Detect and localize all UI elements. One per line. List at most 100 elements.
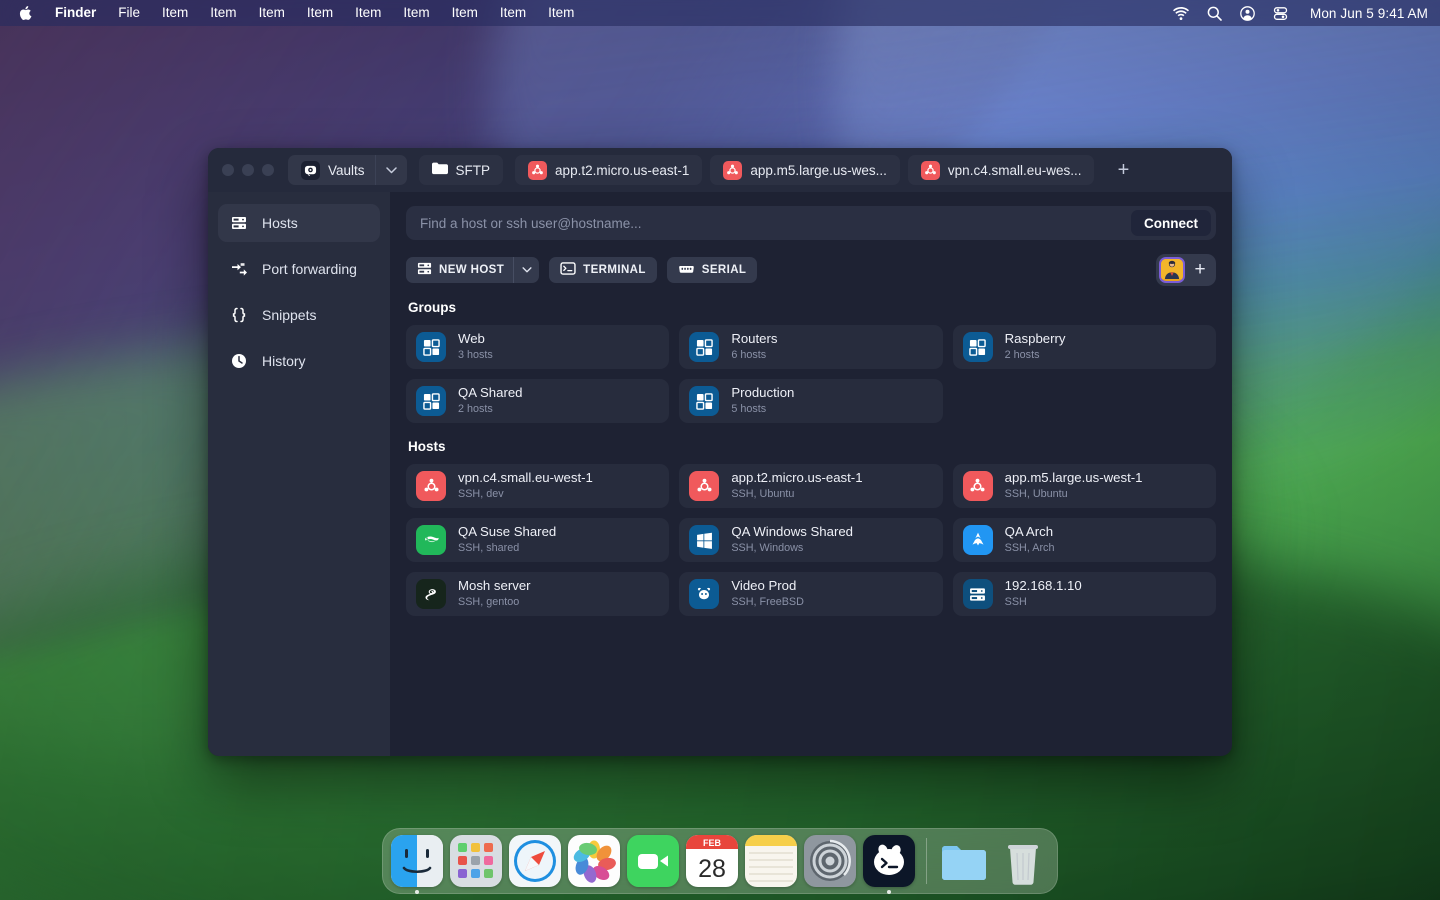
clock-icon xyxy=(230,353,248,369)
tab-host-3[interactable]: vpn.c4.small.eu-wes... xyxy=(907,155,1095,185)
host-name: vpn.c4.small.eu-west-1 xyxy=(458,470,593,486)
apple-logo-icon[interactable] xyxy=(10,0,44,26)
control-center-user-icon[interactable] xyxy=(1240,5,1255,21)
ubuntu-icon xyxy=(962,471,993,501)
terminal-button[interactable]: TERMINAL xyxy=(549,257,657,283)
minimize-button[interactable] xyxy=(242,164,254,176)
host-card[interactable]: 192.168.1.10 SSH xyxy=(952,572,1216,616)
dock-item-termius[interactable] xyxy=(863,835,915,894)
host-card[interactable]: QA Windows Shared SSH, Windows xyxy=(679,518,943,562)
control-center-icon[interactable] xyxy=(1273,6,1288,21)
vaults-dropdown-chevron-down-icon[interactable] xyxy=(374,155,407,185)
tab-host-1[interactable]: app.t2.micro.us-east-1 xyxy=(515,155,703,185)
menu-item-2[interactable]: Item xyxy=(151,0,199,26)
add-button[interactable]: + xyxy=(1187,257,1213,283)
new-tab-button[interactable]: + xyxy=(1108,155,1138,185)
host-sub: SSH, shared xyxy=(458,542,520,555)
folder-icon xyxy=(938,835,990,887)
serial-button[interactable]: SERIAL xyxy=(666,257,758,283)
host-name: 192.168.1.10 xyxy=(1004,578,1082,594)
tab-vaults[interactable]: Vaults xyxy=(288,155,375,185)
connect-button[interactable]: Connect xyxy=(1131,210,1211,236)
new-host-label: NEW HOST xyxy=(439,264,505,276)
menu-bar-left: Finder File Item Item Item Item Item Ite… xyxy=(10,0,585,26)
dock-item-downloads[interactable] xyxy=(938,835,990,887)
suse-icon xyxy=(416,525,446,555)
termius-icon xyxy=(863,835,915,887)
tab-host-2-label: app.m5.large.us-wes... xyxy=(750,162,887,178)
dock-item-photos[interactable] xyxy=(568,835,620,887)
group-card[interactable]: Production 5 hosts xyxy=(679,379,943,423)
group-card-text: Web 3 hosts xyxy=(458,331,493,362)
running-indicator xyxy=(887,890,891,894)
server-icon xyxy=(417,261,432,279)
host-card[interactable]: QA Arch SSH, Arch xyxy=(952,518,1216,562)
dock-item-system-settings[interactable] xyxy=(804,835,856,887)
sidebar-item-hosts[interactable]: Hosts xyxy=(218,204,380,242)
host-card[interactable]: app.m5.large.us-west-1 SSH, Ubuntu xyxy=(952,464,1216,508)
dock-item-launchpad[interactable] xyxy=(450,835,502,887)
dock-item-trash[interactable] xyxy=(997,835,1049,887)
launchpad-icon xyxy=(450,835,502,887)
search-icon[interactable] xyxy=(1207,6,1222,21)
host-card[interactable]: Video Prod SSH, FreeBSD xyxy=(679,572,943,616)
group-name: Routers xyxy=(731,331,778,347)
tab-host-1-label: app.t2.micro.us-east-1 xyxy=(555,162,690,178)
group-card[interactable]: Routers 6 hosts xyxy=(679,325,943,369)
host-card[interactable]: Mosh server SSH, gentoo xyxy=(406,572,670,616)
tab-sftp[interactable]: SFTP xyxy=(418,155,504,185)
new-host-chevron-down-icon[interactable] xyxy=(513,257,540,283)
braces-icon xyxy=(230,307,248,323)
sidebar-item-port-forwarding[interactable]: Port forwarding xyxy=(218,250,380,288)
window-titlebar: Vaults SFTP app.t2.micro.us-east-1 app.m… xyxy=(208,148,1232,192)
menu-item-8[interactable]: Item xyxy=(441,0,489,26)
safari-icon xyxy=(509,835,561,887)
wifi-icon[interactable] xyxy=(1172,6,1189,20)
group-card-text: QA Shared 2 hosts xyxy=(458,385,523,416)
dock-item-calendar[interactable]: FEB 28 xyxy=(686,835,738,887)
groups-grid: Web 3 hosts Routers 6 hosts Raspberry 2 … xyxy=(406,325,1216,423)
menu-item-3[interactable]: Item xyxy=(199,0,247,26)
host-name: Mosh server xyxy=(458,578,531,594)
menu-item-10[interactable]: Item xyxy=(537,0,585,26)
avatar[interactable] xyxy=(1159,257,1185,283)
menu-item-file[interactable]: File xyxy=(107,0,151,26)
groups-section-title: Groups xyxy=(408,300,457,315)
zoom-button[interactable] xyxy=(262,164,274,176)
group-card[interactable]: Raspberry 2 hosts xyxy=(952,325,1216,369)
menu-item-5[interactable]: Item xyxy=(296,0,344,26)
menu-item-4[interactable]: Item xyxy=(248,0,296,26)
group-card-text: Production 5 hosts xyxy=(731,385,794,416)
host-card[interactable]: app.t2.micro.us-east-1 SSH, Ubuntu xyxy=(679,464,943,508)
host-card[interactable]: QA Suse Shared SSH, shared xyxy=(406,518,670,562)
dock-item-facetime[interactable] xyxy=(627,835,679,887)
menu-item-9[interactable]: Item xyxy=(489,0,537,26)
dock: FEB 28 xyxy=(382,828,1058,894)
menu-item-finder[interactable]: Finder xyxy=(44,0,107,26)
menu-item-6[interactable]: Item xyxy=(344,0,392,26)
menu-bar-clock[interactable]: Mon Jun 5 9:41 AM xyxy=(1306,6,1428,21)
host-card[interactable]: vpn.c4.small.eu-west-1 SSH, dev xyxy=(406,464,670,508)
host-search-bar: Connect xyxy=(406,206,1216,240)
group-card[interactable]: QA Shared 2 hosts xyxy=(406,379,670,423)
sidebar-item-history[interactable]: History xyxy=(218,342,380,380)
sidebar: Hosts Port forwarding Snippets History xyxy=(208,192,390,756)
search-input[interactable] xyxy=(420,215,1131,231)
close-button[interactable] xyxy=(222,164,234,176)
sidebar-item-port-forwarding-label: Port forwarding xyxy=(262,261,357,277)
sidebar-item-snippets[interactable]: Snippets xyxy=(218,296,380,334)
group-card[interactable]: Web 3 hosts xyxy=(406,325,670,369)
menu-item-7[interactable]: Item xyxy=(392,0,440,26)
new-host-button[interactable]: NEW HOST xyxy=(406,257,514,283)
notes-icon xyxy=(745,835,797,887)
dock-item-finder[interactable] xyxy=(391,835,443,894)
dock-item-notes[interactable] xyxy=(745,835,797,887)
host-card-text: app.t2.micro.us-east-1 SSH, Ubuntu xyxy=(731,470,862,501)
serial-port-icon xyxy=(678,263,695,278)
group-name: Production xyxy=(731,385,795,401)
menu-bar-status-area: Mon Jun 5 9:41 AM xyxy=(1172,5,1428,21)
dock-item-safari[interactable] xyxy=(509,835,561,887)
tab-host-2[interactable]: app.m5.large.us-wes... xyxy=(710,155,900,185)
host-sub: SSH, Windows xyxy=(731,542,804,555)
group-icon xyxy=(416,332,446,362)
